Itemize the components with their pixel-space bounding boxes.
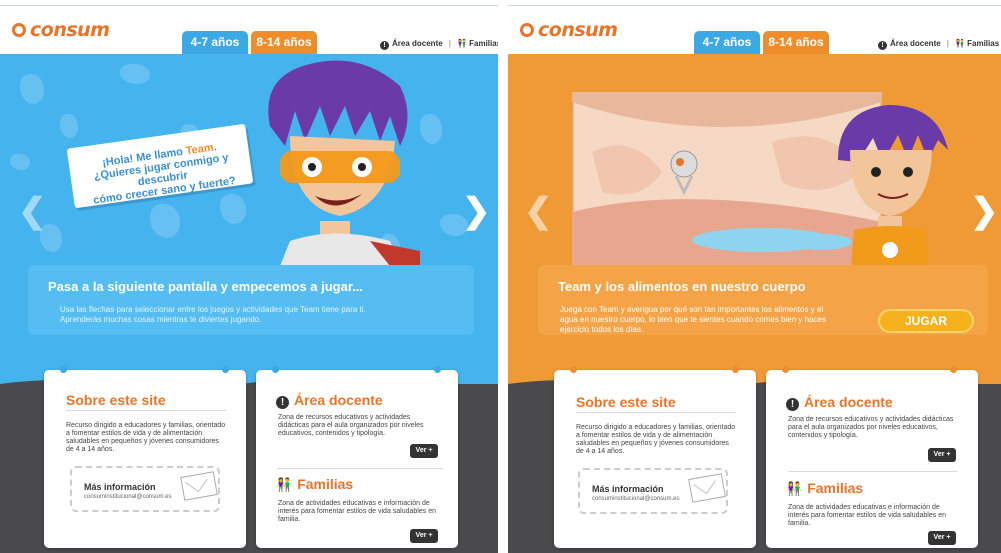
jugar-button[interactable]: JUGAR — [878, 309, 974, 333]
ver-familias-button[interactable]: Ver + — [928, 531, 956, 545]
ver-docente-button[interactable]: Ver + — [928, 448, 956, 462]
family-icon: 👫 — [276, 477, 293, 492]
info-icon: ! — [276, 396, 289, 409]
docente-link[interactable]: ! Área docente — [380, 39, 443, 50]
card-title: Sobre este site — [576, 394, 676, 410]
prev-arrow-icon[interactable]: ❮ — [524, 194, 553, 228]
more-info-box[interactable]: Más información consuminstitucional@cons… — [578, 468, 728, 514]
more-info-label: Más información — [84, 482, 156, 492]
card-title: ! Área docente — [786, 394, 893, 411]
banner-title: Team y los alimentos en nuestro cuerpo — [558, 279, 806, 294]
docente-link[interactable]: ! Área docente — [878, 39, 941, 50]
card-area-docente: ! Área docente Zona de recursos educativo… — [256, 366, 458, 548]
intro-banner: Pasa a la siguiente pantalla y empecemos… — [28, 265, 474, 335]
contact-email[interactable]: consuminstitucional@consum.es — [592, 496, 679, 502]
next-arrow-icon[interactable]: ❯ — [462, 194, 491, 228]
top-divider — [0, 5, 498, 6]
card-title: Sobre este site — [66, 392, 166, 408]
tab-4-7[interactable]: 4-7 años — [694, 31, 760, 54]
team-character-illustration — [268, 60, 420, 266]
top-divider — [508, 5, 1001, 6]
tab-4-7[interactable]: 4-7 años — [182, 31, 248, 54]
family-icon: 👫 — [456, 39, 470, 48]
top-links: ! Área docente | 👫 Familias — [380, 39, 498, 50]
card-about-site: Sobre este site Recurso dirigido a educa… — [554, 366, 756, 548]
card-title: 👫 Familias — [276, 476, 354, 492]
more-info-label: Más información — [592, 484, 664, 494]
card-area-docente: ! Área docente Zona de recursos educativo… — [766, 366, 978, 548]
tab-8-14[interactable]: 8-14 años — [251, 31, 317, 54]
top-links: ! Área docente | 👫 Familias — [878, 39, 999, 50]
consum-logo[interactable]: consum — [520, 19, 618, 41]
banner-description: Usa las flechas para seleccionar entre l… — [60, 305, 366, 324]
familias-link[interactable]: 👫 Familias — [457, 39, 498, 48]
prev-arrow-icon[interactable]: ❮ — [18, 194, 47, 228]
game-banner: Team y los alimentos en nuestro cuerpo J… — [538, 265, 988, 335]
left-screenshot: consum 4-7 años 8-14 años ! Área docente |… — [0, 0, 498, 553]
family-icon: 👫 — [954, 39, 968, 48]
next-arrow-icon[interactable]: ❯ — [970, 194, 999, 228]
card-title: ! Área docente — [276, 392, 383, 409]
familias-link[interactable]: 👫 Familias — [955, 39, 999, 48]
right-screenshot: consum 4-7 años 8-14 años ! Área docente |… — [508, 0, 1001, 553]
info-icon: ! — [786, 398, 799, 411]
envelope-icon — [180, 471, 218, 501]
info-icon: ! — [878, 41, 887, 50]
tab-8-14[interactable]: 8-14 años — [763, 31, 829, 54]
card-text: Zona de recursos educativos y actividade… — [278, 414, 424, 437]
card-about-site: Sobre este site Recurso dirigido a educa… — [44, 366, 246, 548]
family-icon: 👫 — [786, 481, 803, 496]
contact-email[interactable]: consuminstitucional@consum.es — [84, 494, 171, 500]
card-text: Zona de actividades educativas e informa… — [788, 504, 946, 527]
card-text: Zona de actividades educativas e informa… — [278, 500, 436, 523]
more-info-box[interactable]: Más información consuminstitucional@cons… — [70, 466, 220, 512]
info-icon: ! — [380, 41, 389, 50]
banner-title: Pasa a la siguiente pantalla y empecemos… — [48, 279, 364, 294]
envelope-icon — [688, 473, 726, 503]
ver-familias-button[interactable]: Ver + — [410, 529, 438, 543]
card-text: Zona de recursos educativos y actividade… — [788, 416, 954, 439]
card-title: 👫 Familias — [786, 480, 864, 496]
consum-logo[interactable]: consum — [12, 19, 110, 41]
card-text: Recurso dirigido a educadores y familias… — [576, 424, 736, 455]
card-text: Recurso dirigido a educadores y familias… — [66, 422, 226, 453]
ver-docente-button[interactable]: Ver + — [410, 444, 438, 458]
banner-description: Juega con Team y averigua por qué son ta… — [560, 305, 826, 334]
